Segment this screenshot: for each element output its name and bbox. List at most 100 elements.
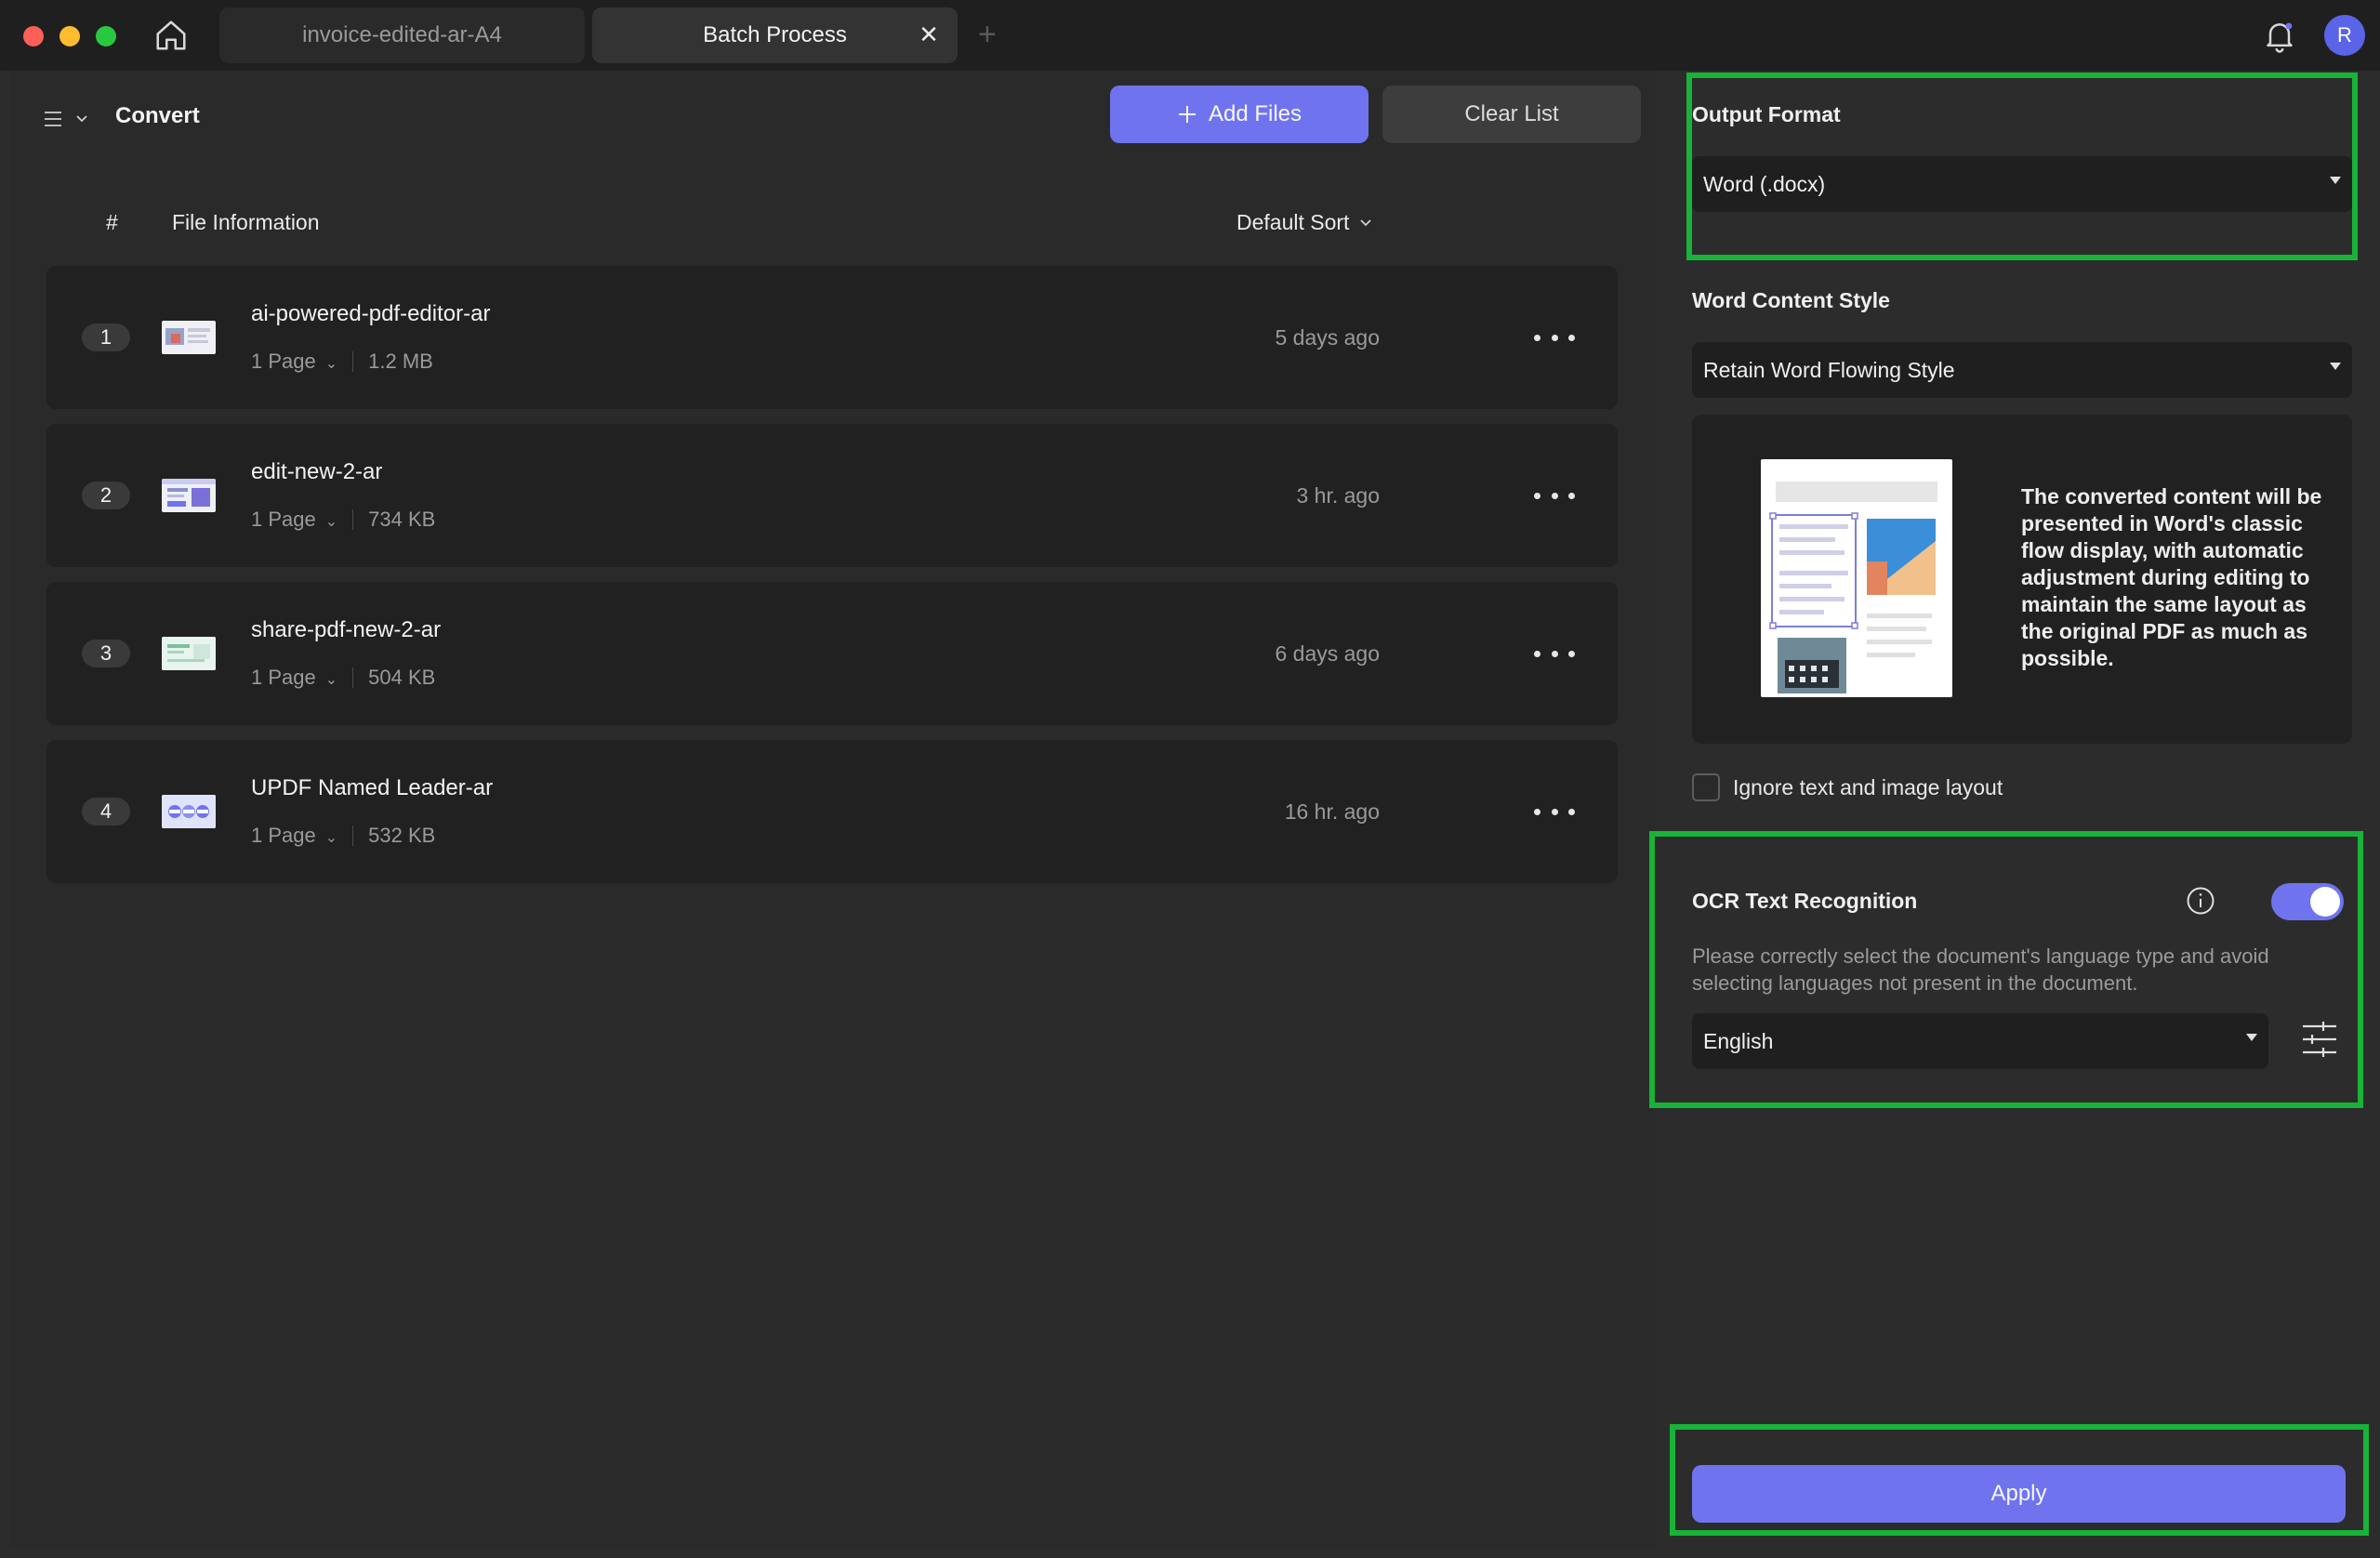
output-format-select[interactable]: Word (.docx) [1692, 156, 2352, 212]
toggle-knob [2310, 887, 2340, 917]
page-title: Convert [115, 103, 200, 128]
menu-button[interactable] [43, 100, 102, 138]
output-format-value: Word (.docx) [1703, 171, 1826, 196]
divider [352, 667, 354, 688]
ocr-language-value: English [1703, 1028, 1774, 1053]
divider [352, 825, 354, 846]
settings-panel: Output Format Word (.docx) Word Content … [1664, 71, 2380, 1558]
ocr-toggle[interactable] [2271, 883, 2344, 920]
content-style-select[interactable]: Retain Word Flowing Style [1692, 342, 2352, 398]
file-modified-time: 3 hr. ago [1296, 483, 1380, 508]
minimize-window-button[interactable] [60, 26, 80, 46]
divider [352, 509, 354, 530]
file-meta: 1 Page ⌄ 532 KB [251, 824, 435, 848]
file-modified-time: 5 days ago [1275, 325, 1380, 350]
add-files-button[interactable]: Add Files [1110, 86, 1368, 143]
file-name: share-pdf-new-2-ar [251, 617, 442, 642]
app-window: invoice-edited-ar-A4 Batch Process ✕ + R… [0, 0, 2380, 1558]
ocr-settings-button[interactable] [2301, 1019, 2338, 1060]
notifications-button[interactable] [2261, 17, 2298, 54]
apply-button[interactable]: Apply [1692, 1465, 2346, 1523]
ignore-layout-option[interactable]: Ignore text and image layout [1692, 773, 2003, 801]
sliders-icon [2303, 1022, 2336, 1057]
style-preview-card: The converted content will be presented … [1692, 415, 2352, 744]
column-header-number: # [106, 210, 118, 234]
chevron-down-icon [76, 115, 87, 123]
page-count: 1 Page [251, 350, 316, 373]
caret-down-icon [2330, 177, 2341, 184]
file-thumbnail [162, 479, 216, 512]
ocr-language-select[interactable]: English [1692, 1013, 2268, 1069]
tab-label: invoice-edited-ar-A4 [302, 22, 502, 47]
caret-down-icon [2246, 1034, 2257, 1041]
ocr-description: Please correctly select the document's l… [1692, 944, 2269, 995]
plus-icon [1178, 106, 1196, 123]
add-files-label: Add Files [1208, 101, 1302, 126]
file-size: 1.2 MB [368, 350, 433, 373]
sort-dropdown[interactable]: Default Sort [1236, 210, 1373, 235]
file-modified-time: 16 hr. ago [1284, 799, 1380, 824]
sort-label: Default Sort [1236, 210, 1350, 234]
file-name: UPDF Named Leader-ar [251, 775, 494, 800]
file-meta: 1 Page ⌄ 734 KB [251, 508, 435, 532]
file-row[interactable]: 3 share-pdf-new-2-ar 1 Page ⌄ 504 KB 6 da… [46, 582, 1618, 725]
more-options-icon[interactable] [1534, 323, 1575, 351]
file-modified-time: 6 days ago [1275, 641, 1380, 666]
output-format-label: Output Format [1692, 102, 1841, 126]
clear-list-button[interactable]: Clear List [1382, 86, 1641, 143]
file-size: 734 KB [368, 508, 436, 531]
file-thumbnail [162, 795, 216, 828]
chevron-down-icon: ⌄ [324, 830, 338, 846]
ignore-layout-label: Ignore text and image layout [1733, 774, 2003, 799]
content-style-label: Word Content Style [1692, 288, 1890, 312]
file-size: 532 KB [368, 824, 436, 847]
page-count-dropdown[interactable]: 1 Page ⌄ [251, 824, 337, 848]
home-button[interactable] [149, 15, 193, 56]
tab-label: Batch Process [703, 22, 847, 47]
row-number: 2 [82, 482, 130, 509]
page-count-dropdown[interactable]: 1 Page ⌄ [251, 508, 337, 532]
tab-batch-process[interactable]: Batch Process ✕ [592, 7, 958, 63]
divider [352, 351, 354, 372]
row-number: 3 [82, 640, 130, 667]
document-illustration-icon [1761, 459, 1952, 697]
page-count: 1 Page [251, 666, 316, 689]
page-count-dropdown[interactable]: 1 Page ⌄ [251, 666, 337, 690]
page-count: 1 Page [251, 508, 316, 531]
tab-invoice[interactable]: invoice-edited-ar-A4 [219, 7, 585, 63]
more-options-icon[interactable] [1534, 798, 1575, 825]
clear-list-label: Clear List [1464, 101, 1559, 126]
file-row[interactable]: 4 UPDF Named Leader-ar 1 Page ⌄ 532 KB 16… [46, 740, 1618, 883]
file-list-panel: Convert Add Files Clear List # File Info… [9, 71, 1655, 1549]
bell-icon [2267, 22, 2293, 53]
home-icon [156, 20, 186, 50]
file-meta: 1 Page ⌄ 1.2 MB [251, 350, 433, 374]
row-number: 4 [82, 798, 130, 825]
close-window-button[interactable] [23, 26, 44, 46]
file-row[interactable]: 1 ai-powered-pdf-editor-ar 1 Page ⌄ 1.2 M… [46, 266, 1618, 409]
column-header-file-info: File Information [172, 210, 320, 234]
file-name: ai-powered-pdf-editor-ar [251, 301, 491, 326]
close-tab-icon[interactable]: ✕ [915, 20, 943, 48]
more-options-icon[interactable] [1534, 482, 1575, 509]
apply-label: Apply [1990, 1481, 2047, 1506]
info-icon[interactable] [2185, 885, 2216, 917]
title-bar: invoice-edited-ar-A4 Batch Process ✕ + R [0, 0, 2380, 71]
file-row[interactable]: 2 edit-new-2-ar 1 Page ⌄ 734 KB 3 hr. ago [46, 424, 1618, 567]
more-options-icon[interactable] [1534, 640, 1575, 667]
ignore-layout-checkbox[interactable] [1692, 773, 1720, 801]
file-thumbnail [162, 321, 216, 354]
page-count: 1 Page [251, 824, 316, 847]
content-style-value: Retain Word Flowing Style [1703, 357, 1955, 382]
chevron-down-icon: ⌄ [324, 356, 338, 372]
chevron-down-icon: ⌄ [324, 672, 338, 688]
new-tab-button[interactable]: + [978, 19, 997, 50]
content-style-description: The converted content will be presented … [2021, 484, 2322, 670]
page-count-dropdown[interactable]: 1 Page ⌄ [251, 350, 337, 374]
hamburger-icon [45, 112, 61, 126]
row-number: 1 [82, 323, 130, 351]
file-name: edit-new-2-ar [251, 459, 383, 484]
avatar[interactable]: R [2324, 15, 2365, 56]
maximize-window-button[interactable] [96, 26, 116, 46]
chevron-down-icon: ⌄ [324, 514, 338, 530]
